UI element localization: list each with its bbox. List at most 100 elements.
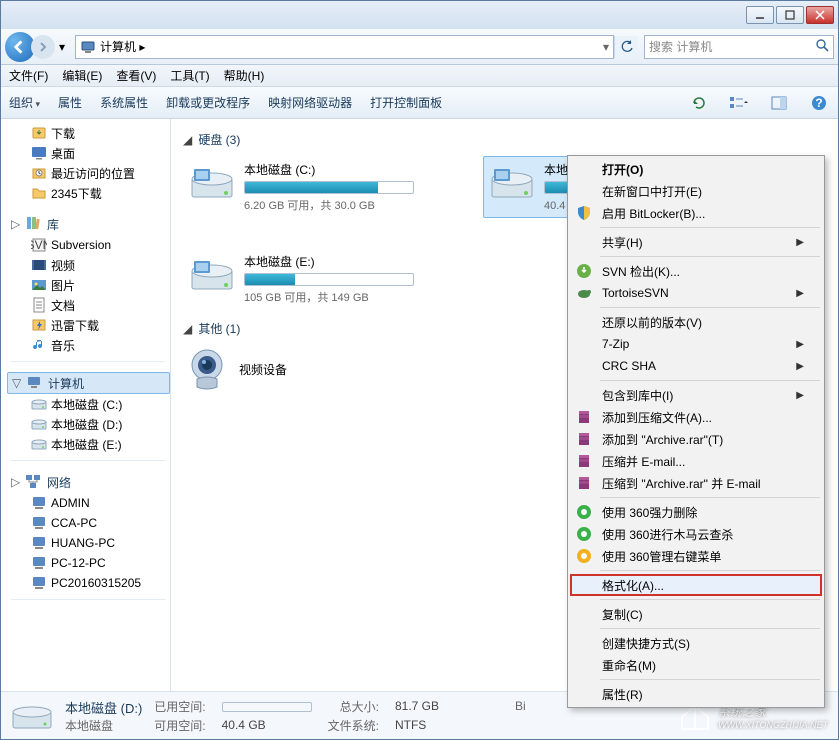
tool-map-drive[interactable]: 映射网络驱动器 xyxy=(268,94,352,111)
view-options-button[interactable] xyxy=(728,92,750,114)
music-icon xyxy=(31,337,47,353)
menu-separator xyxy=(600,380,820,381)
menu-item[interactable]: 启用 BitLocker(B)... xyxy=(570,202,822,224)
capacity-bar xyxy=(244,181,414,194)
tree-item[interactable]: 音乐 xyxy=(7,335,170,355)
menu-item[interactable]: 创建快捷方式(S) xyxy=(570,632,822,654)
close-button[interactable] xyxy=(806,6,834,24)
tree-group-library[interactable]: ▷库 xyxy=(7,213,170,235)
refresh-icon[interactable] xyxy=(688,92,710,114)
tree-item[interactable]: SVNSubversion xyxy=(7,235,170,255)
menu-item[interactable]: 使用 360强力删除 xyxy=(570,501,822,523)
menu-item[interactable]: 压缩到 "Archive.rar" 并 E-mail xyxy=(570,472,822,494)
refresh-button[interactable] xyxy=(614,36,638,58)
organize-button[interactable]: 组织 xyxy=(9,94,40,111)
tree-item[interactable]: 视频 xyxy=(7,255,170,275)
nav-history-dropdown[interactable]: ▾ xyxy=(55,40,69,54)
tree-group-network[interactable]: ▷网络 xyxy=(7,471,170,493)
tool-uninstall[interactable]: 卸载或更改程序 xyxy=(166,94,250,111)
tree-item[interactable]: 本地磁盘 (D:) xyxy=(7,414,170,434)
address-bar[interactable]: 计算机 ▸ ▾ xyxy=(75,35,614,59)
360-icon xyxy=(576,504,592,520)
tree-item[interactable]: ADMIN xyxy=(7,493,170,513)
tree-item[interactable]: 本地磁盘 (E:) xyxy=(7,434,170,454)
network-icon xyxy=(25,473,43,491)
tree-item[interactable]: PC-12-PC xyxy=(7,553,170,573)
tool-system-properties[interactable]: 系统属性 xyxy=(100,94,148,111)
menu-item[interactable]: SVN 检出(K)... xyxy=(570,260,822,282)
help-button[interactable]: ? xyxy=(808,92,830,114)
menu-item[interactable]: TortoiseSVN ▶ xyxy=(570,282,822,304)
breadcrumb[interactable]: 计算机 ▸ xyxy=(100,38,603,55)
menu-separator xyxy=(600,628,820,629)
menu-separator xyxy=(600,599,820,600)
menu-item[interactable]: 添加到压缩文件(A)... xyxy=(570,406,822,428)
download-icon xyxy=(31,125,47,141)
menu-item[interactable]: 复制(C) xyxy=(570,603,822,625)
capacity-bar xyxy=(244,273,414,286)
svg-text:SVN: SVN xyxy=(31,238,47,252)
menu-edit[interactable]: 编辑(E) xyxy=(62,67,102,84)
menu-item[interactable]: 属性(R) xyxy=(570,683,822,705)
tree-item-folder[interactable]: 2345下载 xyxy=(7,183,170,203)
expand-icon[interactable]: ▷ xyxy=(11,217,21,231)
minimize-button[interactable] xyxy=(746,6,774,24)
svg-text:?: ? xyxy=(815,96,822,110)
nav-forward-button[interactable] xyxy=(31,35,55,59)
folder-icon xyxy=(31,185,47,201)
menu-item[interactable]: 压缩并 E-mail... xyxy=(570,450,822,472)
drive-name: 本地磁盘 (C:) xyxy=(244,161,448,178)
group-header[interactable]: ◢ 硬盘 (3) xyxy=(183,131,826,148)
drive-icon xyxy=(11,698,53,734)
menu-help[interactable]: 帮助(H) xyxy=(224,67,265,84)
collapse-icon[interactable]: ◢ xyxy=(183,133,195,147)
drive-item[interactable]: 本地磁盘 (E:) 105 GB 可用，共 149 GB xyxy=(183,248,453,310)
menu-separator xyxy=(600,679,820,680)
menu-item[interactable]: 添加到 "Archive.rar"(T) xyxy=(570,428,822,450)
menu-item[interactable]: CRC SHA ▶ xyxy=(570,355,822,377)
tree-item[interactable]: PC20160315205 xyxy=(7,573,170,593)
tool-properties[interactable]: 属性 xyxy=(58,94,82,111)
menu-item[interactable]: 还原以前的版本(V) xyxy=(570,311,822,333)
menu-item[interactable]: 7-Zip ▶ xyxy=(570,333,822,355)
menu-item[interactable]: 重命名(M) xyxy=(570,654,822,676)
expand-icon[interactable]: ▷ xyxy=(11,475,21,489)
tree-item[interactable]: HUANG-PC xyxy=(7,533,170,553)
menu-view[interactable]: 查看(V) xyxy=(116,67,156,84)
menu-item[interactable]: 使用 360进行木马云查杀 xyxy=(570,523,822,545)
tree-group-computer[interactable]: ▽计算机 xyxy=(7,372,170,394)
menu-separator xyxy=(600,570,820,571)
tree-item[interactable]: 文档 xyxy=(7,295,170,315)
drive-item[interactable]: 本地磁盘 (C:) 6.20 GB 可用，共 30.0 GB xyxy=(183,156,453,218)
menu-tools[interactable]: 工具(T) xyxy=(170,67,209,84)
submenu-arrow-icon: ▶ xyxy=(796,361,804,372)
menu-item[interactable]: 格式化(A)... xyxy=(570,574,822,596)
tree-item-desktop[interactable]: 桌面 xyxy=(7,143,170,163)
menu-item[interactable]: 使用 360管理右键菜单 xyxy=(570,545,822,567)
tree-item-download[interactable]: 下载 xyxy=(7,123,170,143)
collapse-icon[interactable]: ◢ xyxy=(183,322,195,336)
document-icon xyxy=(31,297,47,313)
desktop-icon xyxy=(31,145,47,161)
tool-control-panel[interactable]: 打开控制面板 xyxy=(370,94,442,111)
tree-item[interactable]: CCA-PC xyxy=(7,513,170,533)
explorer-window: ▾ 计算机 ▸ ▾ 搜索 计算机 文件(F) 编辑(E) 查看(V) 工具(T)… xyxy=(0,0,839,740)
submenu-arrow-icon: ▶ xyxy=(796,339,804,350)
tree-item-recent[interactable]: 最近访问的位置 xyxy=(7,163,170,183)
computer-icon xyxy=(26,374,44,392)
drive-icon xyxy=(31,396,47,412)
menu-item[interactable]: 包含到库中(I) ▶ xyxy=(570,384,822,406)
sidebar: 下载桌面最近访问的位置2345下载 ▷库SVNSubversion视频图片文档迅雷… xyxy=(1,119,171,691)
menu-file[interactable]: 文件(F) xyxy=(9,67,48,84)
maximize-button[interactable] xyxy=(776,6,804,24)
tree-item[interactable]: 迅雷下载 xyxy=(7,315,170,335)
expand-icon[interactable]: ▽ xyxy=(12,376,22,390)
menu-item[interactable]: 在新窗口中打开(E) xyxy=(570,180,822,202)
search-input[interactable]: 搜索 计算机 xyxy=(644,35,834,59)
preview-pane-button[interactable] xyxy=(768,92,790,114)
tree-item[interactable]: 图片 xyxy=(7,275,170,295)
tree-item[interactable]: 本地磁盘 (C:) xyxy=(7,394,170,414)
menu-item[interactable]: 共享(H) ▶ xyxy=(570,231,822,253)
rar-icon xyxy=(576,453,592,469)
menu-item[interactable]: 打开(O) xyxy=(570,158,822,180)
